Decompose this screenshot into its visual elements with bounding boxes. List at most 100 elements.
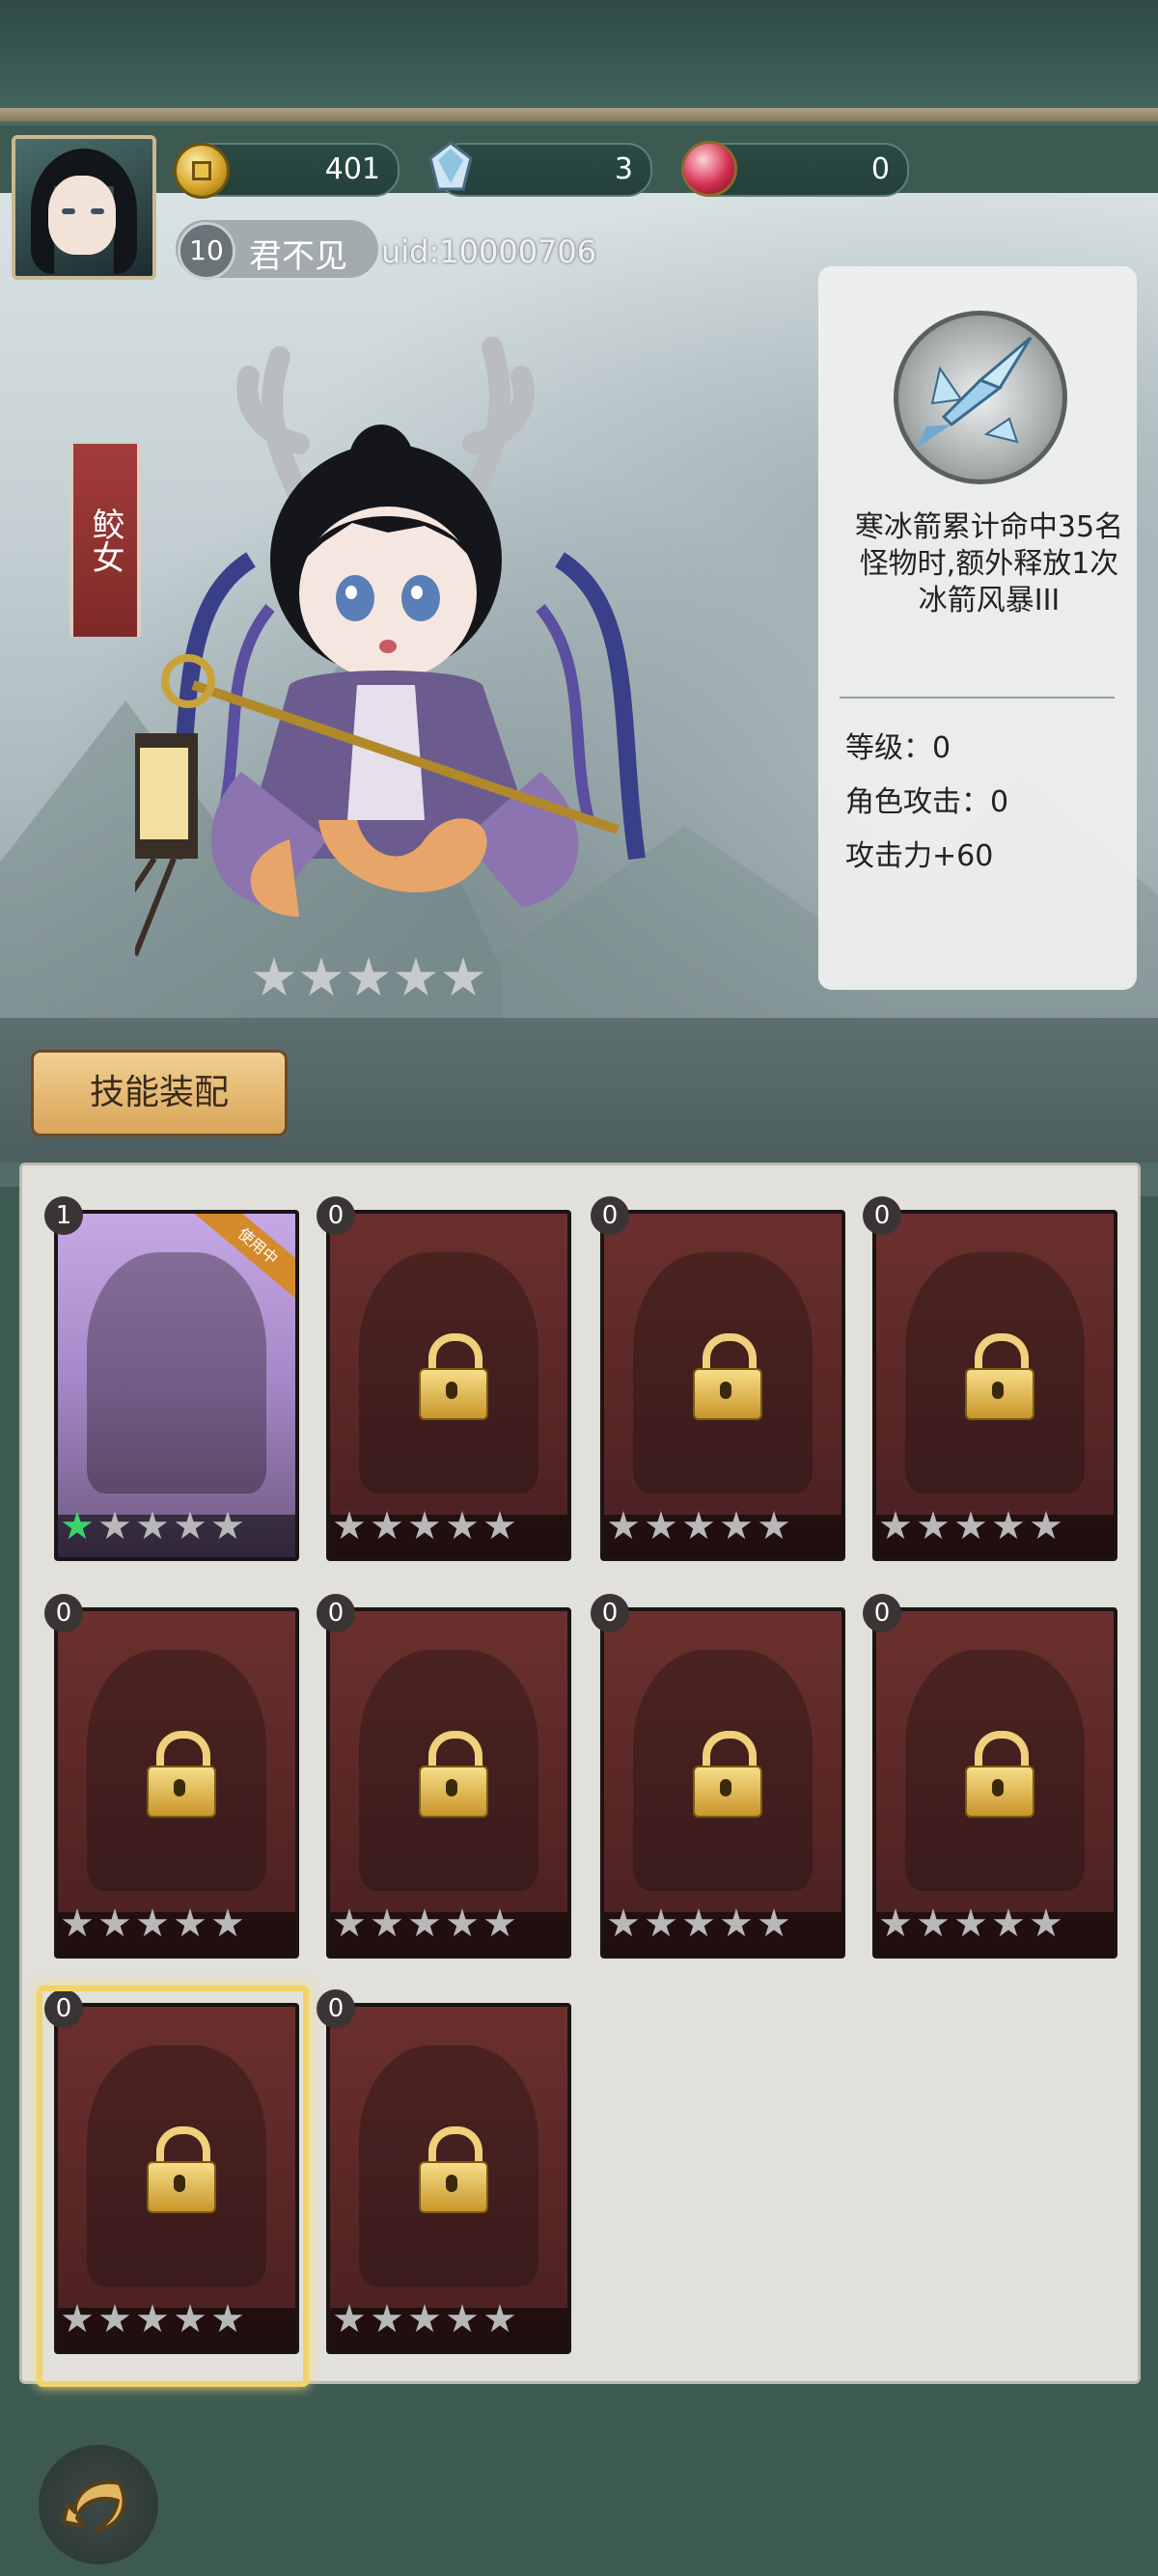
star-icon xyxy=(409,1908,440,1937)
star-icon xyxy=(880,1511,911,1540)
character-card[interactable] xyxy=(600,1210,845,1561)
coin-amount: 401 xyxy=(324,152,380,186)
character-card[interactable] xyxy=(600,1607,845,1959)
card-count-badge: 0 xyxy=(317,1989,355,2028)
card-star-rating xyxy=(334,1511,522,1553)
character-card[interactable] xyxy=(326,2003,571,2354)
card-count-badge: 0 xyxy=(317,1594,355,1632)
star-icon xyxy=(62,1511,93,1540)
star-icon xyxy=(484,1908,515,1937)
star-icon xyxy=(683,1908,714,1937)
player-name: 君不见 xyxy=(249,237,347,276)
crystal-amount: 3 xyxy=(614,152,633,186)
star-icon xyxy=(721,1511,752,1540)
back-button[interactable] xyxy=(39,2445,158,2564)
star-icon xyxy=(646,1511,676,1540)
ice-arrow-icon xyxy=(894,311,1067,484)
star-icon xyxy=(372,2304,402,2333)
skill-description: 寒冰箭累计命中35名怪物时,额外释放1次冰箭风暴III xyxy=(854,510,1124,617)
card-star-rating xyxy=(880,1511,1068,1553)
star-icon xyxy=(880,1908,911,1937)
card-star-rating xyxy=(334,1908,522,1951)
lock-icon xyxy=(965,1731,1034,1818)
player-avatar[interactable] xyxy=(12,135,156,280)
star-icon xyxy=(447,1908,478,1937)
top-background xyxy=(0,0,1158,125)
character-card[interactable] xyxy=(872,1210,1117,1561)
lock-icon xyxy=(965,1333,1034,1420)
lock-icon xyxy=(419,1731,488,1818)
star-icon xyxy=(1031,1511,1062,1540)
star-icon xyxy=(955,1908,986,1937)
star-icon xyxy=(447,1511,478,1540)
star-icon xyxy=(175,1511,206,1540)
star-icon xyxy=(212,1908,243,1937)
character-card[interactable] xyxy=(326,1607,571,1959)
star-icon xyxy=(409,2304,440,2333)
lock-icon xyxy=(693,1731,762,1818)
star-icon xyxy=(918,1511,949,1540)
star-icon xyxy=(300,957,343,997)
star-icon xyxy=(646,1908,676,1937)
star-icon xyxy=(175,1908,206,1937)
star-icon xyxy=(758,1511,789,1540)
skill-stat-attack: 角色攻击：0 xyxy=(845,785,1009,819)
avatar-face xyxy=(48,176,116,255)
star-icon xyxy=(253,957,295,997)
star-icon xyxy=(955,1511,986,1540)
character-portrait xyxy=(87,1252,266,1494)
player-uid: uid:10000706 xyxy=(381,233,597,270)
star-icon xyxy=(608,1511,639,1540)
character-card[interactable] xyxy=(326,1210,571,1561)
card-star-rating xyxy=(608,1511,796,1553)
back-arrow-icon xyxy=(62,2480,126,2532)
card-star-rating xyxy=(334,2304,522,2346)
star-icon xyxy=(137,1511,168,1540)
orb-icon xyxy=(681,141,737,197)
skill-divider xyxy=(840,697,1115,699)
star-icon xyxy=(62,1908,93,1937)
star-icon xyxy=(395,957,437,997)
character-card[interactable]: 使用中 xyxy=(54,1210,299,1561)
star-icon xyxy=(993,1908,1024,1937)
character-card[interactable] xyxy=(872,1607,1117,1959)
lock-icon xyxy=(419,2126,488,2213)
star-icon xyxy=(993,1511,1024,1540)
star-icon xyxy=(334,2304,365,2333)
star-icon xyxy=(484,2304,515,2333)
star-icon xyxy=(608,1908,639,1937)
star-icon xyxy=(1031,1908,1062,1937)
card-star-rating xyxy=(608,1908,796,1951)
star-icon xyxy=(99,1908,130,1937)
header-rail xyxy=(0,108,1158,122)
lock-icon xyxy=(419,1333,488,1420)
star-icon xyxy=(334,1908,365,1937)
star-icon xyxy=(372,1511,402,1540)
card-count-badge: 1 xyxy=(44,1196,83,1235)
character-star-rating xyxy=(253,957,489,1003)
card-count-badge: 0 xyxy=(317,1196,355,1235)
star-icon xyxy=(99,1511,130,1540)
lock-icon xyxy=(693,1333,762,1420)
avatar-eye xyxy=(91,208,104,214)
card-count-badge: 0 xyxy=(863,1196,901,1235)
card-count-badge: 0 xyxy=(591,1594,629,1632)
star-icon xyxy=(918,1908,949,1937)
crystal-icon xyxy=(428,141,473,191)
star-icon xyxy=(442,957,484,997)
card-count-badge: 0 xyxy=(591,1196,629,1235)
star-icon xyxy=(137,1908,168,1937)
orb-amount: 0 xyxy=(870,152,890,186)
star-icon xyxy=(758,1908,789,1937)
skill-stat-power: 攻击力+60 xyxy=(845,839,994,873)
skill-equip-button[interactable]: 技能装配 xyxy=(31,1050,288,1137)
star-icon xyxy=(484,1511,515,1540)
star-icon xyxy=(409,1511,440,1540)
player-level: 10 xyxy=(178,222,235,280)
avatar-eye xyxy=(62,208,75,214)
star-icon xyxy=(334,1511,365,1540)
card-count-badge: 0 xyxy=(863,1594,901,1632)
star-icon xyxy=(683,1511,714,1540)
character-card[interactable] xyxy=(54,1607,299,1959)
card-count-badge: 0 xyxy=(44,1594,83,1632)
